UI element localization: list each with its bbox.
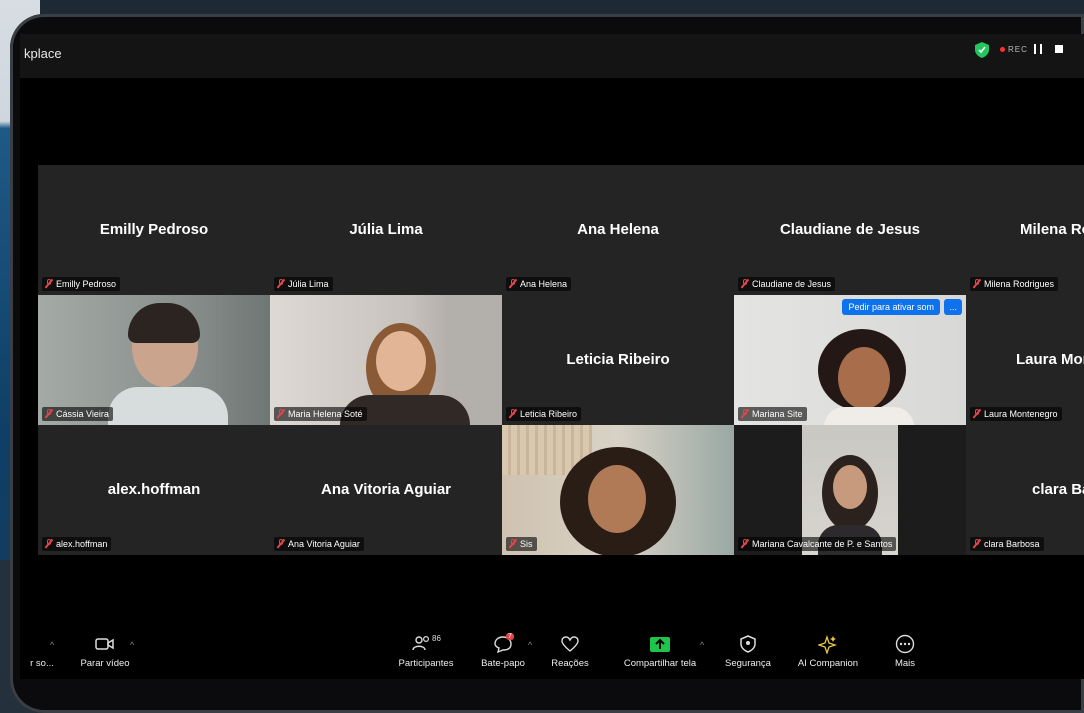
video-gallery: Emilly Pedroso Emilly Pedroso Júlia Lima… <box>38 165 1084 557</box>
participant-tile[interactable]: Júlia Lima Júlia Lima <box>270 165 502 295</box>
participant-video-tile[interactable]: Cássia Vieira <box>38 295 270 425</box>
participant-tile[interactable]: clara Ba clara Barbosa <box>966 425 1084 555</box>
participant-name-large: Claudiane de Jesus <box>779 221 921 238</box>
participant-video-tile[interactable]: Sis <box>502 425 734 555</box>
participant-label: clara Barbosa <box>970 537 1044 551</box>
muted-mic-icon <box>509 279 517 288</box>
participant-label: Laura Montenegro <box>970 407 1062 421</box>
participant-label: Maria Helena Soté <box>274 407 367 421</box>
chat-options-caret[interactable]: ^ <box>528 640 532 650</box>
muted-mic-icon <box>973 409 981 418</box>
participant-head <box>376 331 426 391</box>
participant-label: Mariana Cavalcante de P. e Santos <box>738 537 897 551</box>
participants-icon <box>412 635 430 651</box>
muted-mic-icon <box>45 409 53 418</box>
security-shield-icon <box>740 635 756 653</box>
participant-tile[interactable]: Ana Vitoria Aguiar Ana Vitoria Aguiar <box>270 425 502 555</box>
participant-label: Claudiane de Jesus <box>738 277 836 291</box>
video-options-caret[interactable]: ^ <box>130 640 134 650</box>
participant-tile[interactable]: Milena Ro Milena Rodrigues <box>966 165 1084 295</box>
share-screen-button[interactable]: Compartilhar tela <box>612 634 708 669</box>
muted-mic-icon <box>509 539 517 548</box>
muted-mic-icon <box>973 279 981 288</box>
more-button[interactable]: Mais <box>882 634 928 669</box>
share-screen-icon <box>650 637 670 652</box>
participant-label: Emilly Pedroso <box>42 277 121 291</box>
muted-mic-icon <box>45 279 53 288</box>
title-bar: kplace REC <box>20 34 1084 78</box>
muted-mic-icon <box>277 539 285 548</box>
participant-name-large: Emilly Pedroso <box>99 221 209 238</box>
video-camera-icon <box>95 638 114 650</box>
participant-name-large: clara Ba <box>1032 481 1084 498</box>
tile-more-button[interactable]: ... <box>944 299 962 315</box>
shield-icon[interactable] <box>975 42 989 58</box>
window-title: kplace <box>24 46 62 61</box>
muted-mic-icon <box>277 279 285 288</box>
participant-tile[interactable]: alex.hoffman alex.hoffman <box>38 425 270 555</box>
share-options-caret[interactable]: ^ <box>700 640 704 650</box>
participant-label: Leticia Ribeiro <box>506 407 582 421</box>
recording-indicator: REC <box>1000 45 1028 54</box>
ai-companion-button[interactable]: AI Companion <box>790 634 866 669</box>
participant-label: Júlia Lima <box>274 277 333 291</box>
participant-tile[interactable]: Ana Helena Ana Helena <box>502 165 734 295</box>
audio-button[interactable]: r so... <box>20 634 64 669</box>
participant-head <box>838 347 890 409</box>
muted-mic-icon <box>277 409 285 418</box>
sparkle-icon <box>818 634 838 654</box>
participant-name-large: Ana Helena <box>577 221 659 238</box>
muted-mic-icon <box>741 279 749 288</box>
muted-mic-icon <box>741 539 749 548</box>
laptop-frame: kplace REC Emilly Pedroso Emilly Pedroso… <box>10 14 1084 713</box>
muted-mic-icon <box>509 409 517 418</box>
participant-body <box>108 387 228 425</box>
participant-body <box>824 407 914 425</box>
participant-head <box>588 465 646 533</box>
chat-button[interactable]: 7 Bate-papo <box>472 633 534 669</box>
participant-label: alex.hoffman <box>42 537 112 551</box>
participant-name-large: Leticia Ribeiro <box>566 351 670 368</box>
participant-video-tile[interactable]: Maria Helena Soté <box>270 295 502 425</box>
meeting-toolbar: ^ r so... Parar vídeo ^ 86 Participantes… <box>20 630 1084 679</box>
participant-label: Mariana Site <box>738 407 807 421</box>
participant-label: Cássia Vieira <box>42 407 113 421</box>
meeting-window: kplace REC Emilly Pedroso Emilly Pedroso… <box>20 34 1084 679</box>
participant-label: Ana Helena <box>506 277 572 291</box>
chat-unread-badge: 7 <box>506 633 514 640</box>
participant-video-tile[interactable]: Mariana Cavalcante de P. e Santos <box>734 425 966 555</box>
pause-recording-icon[interactable] <box>1034 44 1042 54</box>
participant-tile[interactable]: Leticia Ribeiro Leticia Ribeiro <box>502 295 734 425</box>
participant-name-large: Laura Mon <box>1016 351 1084 368</box>
reactions-button[interactable]: Reações <box>542 634 598 669</box>
participant-name-large: Ana Vitoria Aguiar <box>320 481 452 498</box>
participant-head <box>833 465 867 509</box>
stop-recording-icon[interactable] <box>1055 45 1063 53</box>
participant-video-tile[interactable]: Pedir para ativar som ... Mariana Site <box>734 295 966 425</box>
participant-tile[interactable]: Laura Mon Laura Montenegro <box>966 295 1084 425</box>
more-dots-icon <box>895 634 915 654</box>
muted-mic-icon <box>45 539 53 548</box>
participant-name-large: Júlia Lima <box>349 221 423 238</box>
participant-tile[interactable]: Claudiane de Jesus Claudiane de Jesus <box>734 165 966 295</box>
participants-button[interactable]: 86 Participantes <box>390 634 462 669</box>
participants-count: 86 <box>432 634 441 643</box>
request-unmute-button[interactable]: Pedir para ativar som <box>842 299 940 315</box>
heart-icon <box>561 636 579 652</box>
participant-label: Sis <box>506 537 537 551</box>
muted-mic-icon <box>741 409 749 418</box>
participant-tile[interactable]: Emilly Pedroso Emilly Pedroso <box>38 165 270 295</box>
participant-label: Ana Vitoria Aguiar <box>274 537 364 551</box>
security-button[interactable]: Segurança <box>718 634 778 669</box>
muted-mic-icon <box>973 539 981 548</box>
participant-name-large: alex.hoffman <box>107 481 201 498</box>
participant-label: Milena Rodrigues <box>970 277 1059 291</box>
participant-name-large: Milena Ro <box>1020 221 1084 238</box>
